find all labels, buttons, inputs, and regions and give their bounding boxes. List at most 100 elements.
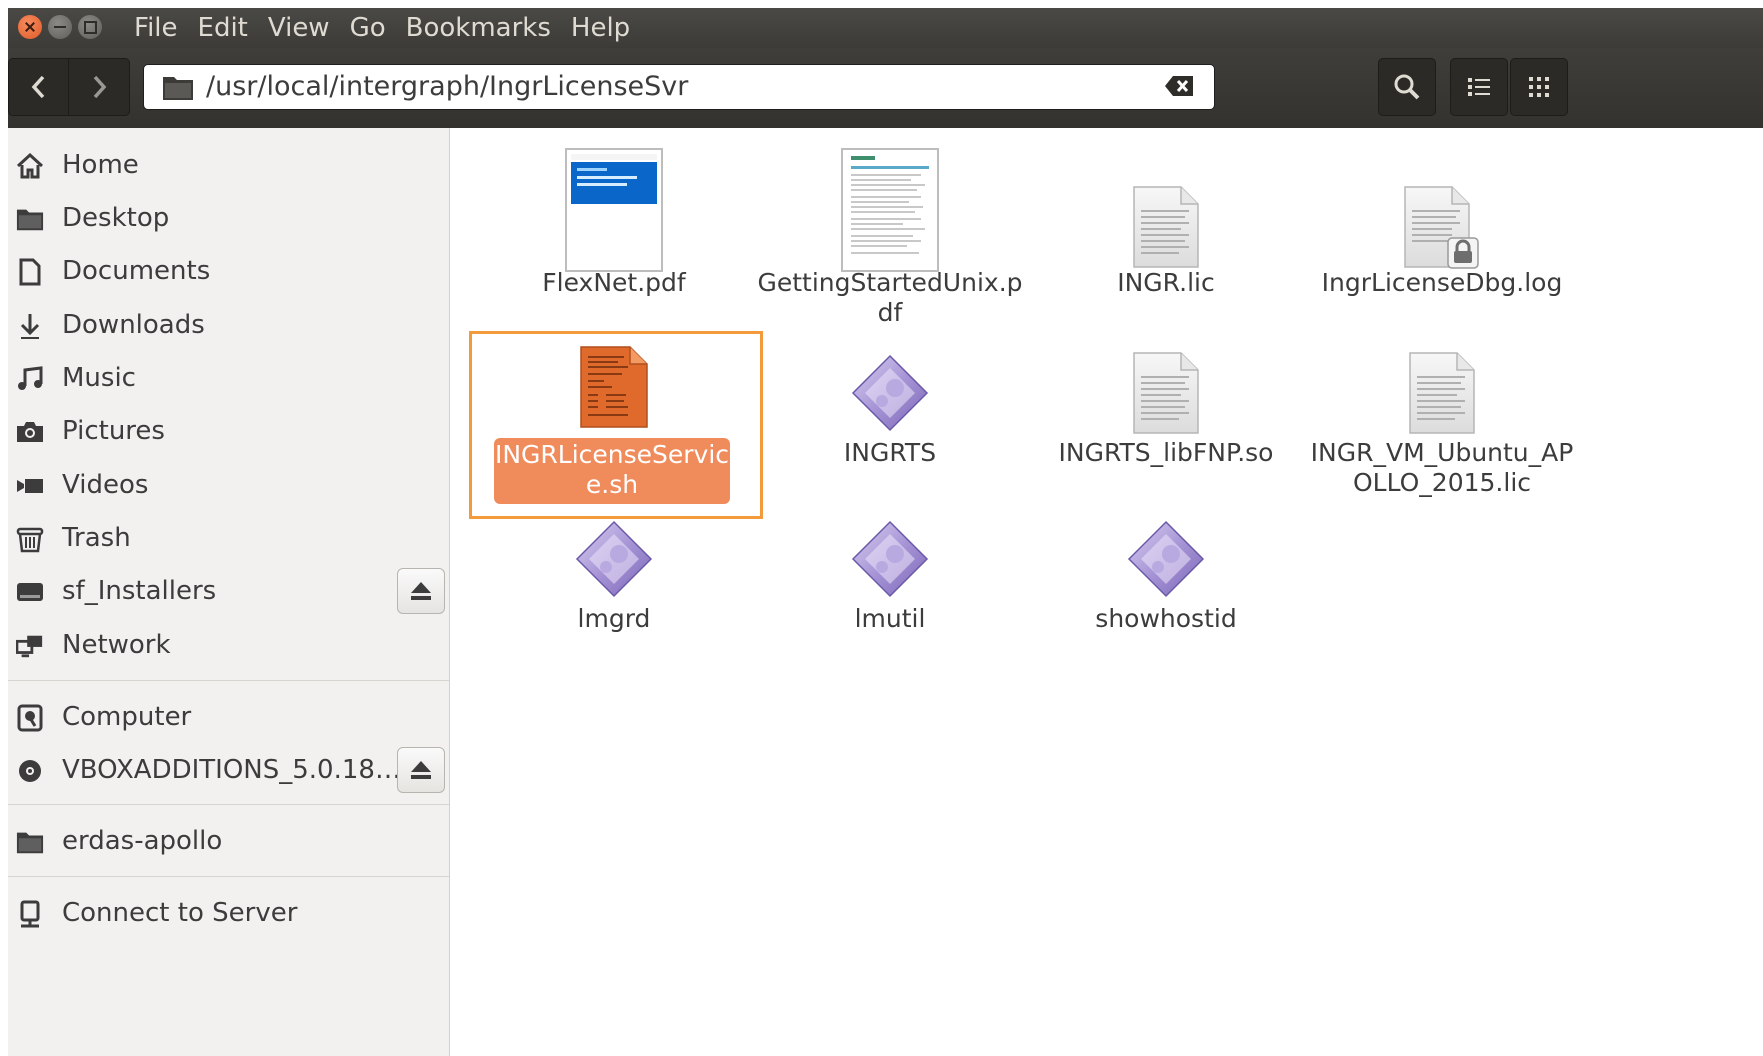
server-icon — [16, 900, 44, 928]
maximize-window-button[interactable] — [78, 15, 102, 39]
file-manager-window: File Edit View Go Bookmarks Help /usr/lo… — [8, 8, 1763, 1056]
file-name: INGRTS — [843, 438, 937, 467]
menu-go[interactable]: Go — [350, 13, 386, 43]
menu-view[interactable]: View — [268, 13, 330, 43]
sidebar-item-connect-to-server[interactable]: Connect to Server — [8, 888, 449, 938]
eject-icon — [411, 582, 431, 600]
sidebar-item-label: sf_Installers — [62, 576, 217, 606]
executable-icon — [1028, 520, 1304, 598]
document-icon — [16, 258, 44, 286]
download-icon — [16, 312, 44, 340]
camera-icon — [16, 418, 44, 446]
sidebar-item-label: Desktop — [62, 203, 170, 233]
eject-button[interactable] — [397, 568, 445, 614]
sidebar-item-documents[interactable]: Documents — [8, 246, 449, 296]
disc-icon — [16, 757, 44, 785]
sidebar-item-label: Computer — [62, 702, 192, 732]
menu-help[interactable]: Help — [571, 13, 630, 43]
menu-edit[interactable]: Edit — [198, 13, 248, 43]
clear-text-icon[interactable] — [1164, 75, 1194, 97]
video-icon — [16, 472, 44, 500]
sidebar-item-pictures[interactable]: Pictures — [8, 406, 449, 456]
list-view-button[interactable] — [1450, 58, 1508, 116]
toolbar: /usr/local/intergraph/IngrLicenseSvr — [8, 48, 1763, 128]
location-path[interactable]: /usr/local/intergraph/IngrLicenseSvr — [206, 65, 688, 109]
chevron-right-icon — [93, 75, 106, 99]
sidebar-item-vboxadditions[interactable]: VBOXADDITIONS_5.0.18… — [8, 745, 449, 795]
text-file-icon — [1028, 352, 1304, 434]
sidebar-item-network[interactable]: Network — [8, 620, 449, 670]
music-icon — [16, 365, 44, 393]
list-view-icon — [1468, 78, 1490, 96]
menu-bar: File Edit View Go Bookmarks Help — [8, 8, 1763, 48]
file-name: lmgrd — [577, 604, 651, 633]
sidebar-item-erdas-apollo[interactable]: erdas-apollo — [8, 816, 449, 866]
file-name: INGRTS_libFNP.so — [1058, 438, 1274, 467]
menu-file[interactable]: File — [134, 13, 178, 43]
location-bar[interactable]: /usr/local/intergraph/IngrLicenseSvr — [143, 64, 1215, 110]
menu: File Edit View Go Bookmarks Help — [134, 8, 650, 48]
sidebar-item-computer[interactable]: Computer — [8, 692, 449, 742]
file-name: IngrLicenseDbg.log — [1321, 268, 1563, 297]
sidebar-separator — [8, 680, 449, 681]
forward-button[interactable] — [69, 59, 128, 115]
file-view: FlexNet.pdf GettingStartedUnix.pdf INGR.… — [450, 128, 1763, 1056]
executable-icon — [476, 520, 752, 598]
sidebar-item-label: Downloads — [62, 310, 205, 340]
sidebar-item-label: Connect to Server — [62, 898, 298, 928]
executable-icon — [752, 520, 1028, 598]
minimize-window-button[interactable] — [48, 15, 72, 39]
sidebar: Home Desktop Documents Downloads Music P… — [8, 128, 450, 1056]
eject-icon — [411, 761, 431, 779]
search-icon — [1394, 74, 1420, 100]
drive-icon — [16, 578, 44, 606]
sidebar-item-music[interactable]: Music — [8, 353, 449, 403]
grid-view-button[interactable] — [1510, 58, 1568, 116]
network-icon — [16, 632, 44, 660]
sidebar-item-desktop[interactable]: Desktop — [8, 193, 449, 243]
file-name: FlexNet.pdf — [542, 268, 686, 297]
sidebar-item-videos[interactable]: Videos — [8, 460, 449, 510]
sidebar-item-label: erdas-apollo — [62, 826, 223, 856]
file-name: lmutil — [854, 604, 926, 633]
sidebar-item-label: Home — [62, 150, 139, 180]
pdf-thumbnail-icon — [752, 148, 1028, 272]
executable-icon — [752, 354, 1028, 432]
sidebar-item-home[interactable]: Home — [8, 140, 449, 190]
pdf-thumbnail-icon — [476, 148, 752, 272]
eject-button[interactable] — [397, 747, 445, 793]
menu-bookmarks[interactable]: Bookmarks — [406, 13, 551, 43]
locked-file-icon — [1304, 186, 1580, 270]
file-name: showhostid — [1095, 604, 1237, 633]
sidebar-item-label: VBOXADDITIONS_5.0.18… — [62, 755, 401, 785]
trash-icon — [16, 525, 44, 553]
back-button[interactable] — [9, 59, 69, 115]
computer-icon — [16, 704, 44, 732]
sidebar-item-label: Documents — [62, 256, 211, 286]
sidebar-item-label: Network — [62, 630, 171, 660]
sidebar-item-downloads[interactable]: Downloads — [8, 300, 449, 350]
sidebar-item-sf-installers[interactable]: sf_Installers — [8, 566, 449, 616]
file-name: INGRLicenseService.sh — [494, 438, 730, 504]
navigation-buttons — [8, 58, 130, 116]
file-name: GettingStartedUnix.pdf — [757, 268, 1023, 327]
shell-script-icon — [476, 346, 752, 428]
folder-icon — [16, 205, 44, 233]
sidebar-item-label: Trash — [62, 523, 131, 553]
file-name: INGR_VM_Ubuntu_APOLLO_2015.lic — [1310, 438, 1574, 497]
sidebar-item-label: Videos — [62, 470, 149, 500]
folder-icon — [163, 77, 193, 100]
text-file-icon — [1304, 352, 1580, 434]
home-icon — [16, 152, 44, 180]
search-button[interactable] — [1378, 58, 1436, 116]
close-window-button[interactable] — [18, 15, 42, 39]
text-file-icon — [1028, 186, 1304, 268]
folder-icon — [16, 828, 44, 856]
sidebar-separator — [8, 804, 449, 805]
sidebar-item-trash[interactable]: Trash — [8, 513, 449, 563]
file-name: INGR.lic — [1117, 268, 1215, 297]
sidebar-separator — [8, 876, 449, 877]
grid-view-icon — [1529, 77, 1549, 97]
sidebar-item-label: Music — [62, 363, 136, 393]
chevron-left-icon — [31, 75, 44, 99]
